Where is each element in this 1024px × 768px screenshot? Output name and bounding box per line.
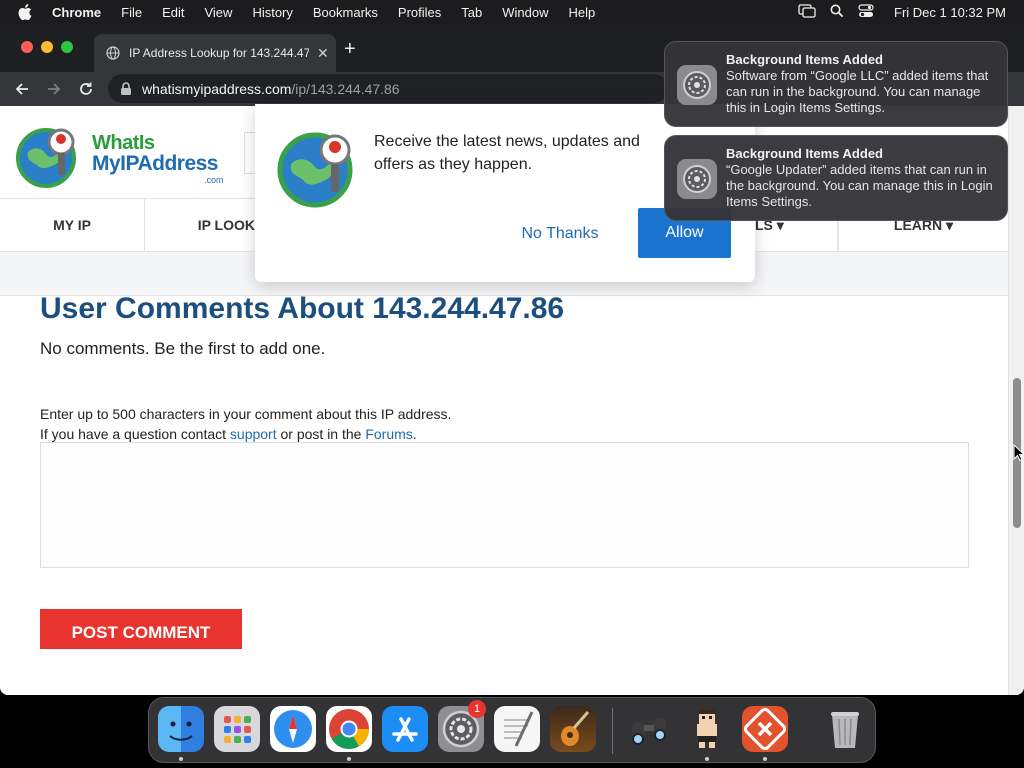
nav-item-ip-lookup[interactable]: IP LOOK [145, 199, 255, 251]
address-bar[interactable]: whatismyipaddress.com /ip/143.244.47.86 [108, 74, 668, 103]
menu-window[interactable]: Window [502, 5, 548, 20]
tab-close-icon[interactable]: ✕ [317, 45, 329, 62]
browser-tab-active[interactable]: IP Address Lookup for 143.244.47.86 ✕ [94, 34, 336, 72]
screen-mirroring-icon[interactable] [798, 3, 816, 21]
page-scrollbar[interactable] [1008, 106, 1024, 695]
no-comments-text: No comments. Be the first to add one. [40, 339, 326, 358]
macos-dock: 1 [148, 697, 876, 763]
post-comment-button[interactable]: POST COMMENT [40, 609, 242, 649]
menu-profiles[interactable]: Profiles [398, 5, 441, 20]
finder-icon[interactable] [158, 706, 204, 752]
logo-text-tld: .com [204, 175, 224, 185]
menu-help[interactable]: Help [569, 5, 596, 20]
minimize-window-button[interactable] [41, 41, 53, 53]
textedit-icon[interactable] [494, 706, 540, 752]
menu-bookmarks[interactable]: Bookmarks [313, 5, 378, 20]
system-settings-gear-icon [677, 159, 717, 199]
launchpad-icon[interactable] [214, 706, 260, 752]
settings-notification-badge: 1 [468, 700, 486, 718]
character-app-icon[interactable] [684, 706, 730, 752]
running-indicator [705, 757, 709, 761]
menu-view[interactable]: View [204, 5, 232, 20]
spotlight-search-icon[interactable] [830, 4, 844, 21]
running-indicator [347, 757, 351, 761]
zoom-window-button[interactable] [61, 41, 73, 53]
tab-title: IP Address Lookup for 143.244.47.86 [129, 46, 309, 60]
apple-menu-icon[interactable] [18, 4, 40, 20]
chrome-icon[interactable] [326, 706, 372, 752]
comments-section: User Comments About 143.244.47.86 No com… [40, 292, 970, 442]
globe-favicon-icon [106, 46, 120, 60]
menu-history[interactable]: History [252, 5, 292, 20]
comment-contact-text: If you have a question contact support o… [40, 426, 417, 442]
close-window-button[interactable] [21, 41, 33, 53]
notification-body: “Google Updater” added items that can ru… [726, 162, 993, 209]
comment-help-text: Enter up to 500 characters in your comme… [40, 406, 452, 422]
lock-icon[interactable] [120, 81, 132, 96]
menu-file[interactable]: File [121, 5, 142, 20]
notification-background-items-2[interactable]: Background Items Added “Google Updater” … [664, 135, 1008, 221]
url-path: /ip/143.244.47.86 [291, 80, 400, 97]
control-center-icon[interactable] [858, 3, 874, 21]
logo-globe-icon [16, 128, 76, 188]
reload-icon[interactable] [74, 77, 98, 101]
running-indicator [763, 757, 767, 761]
contact-text-c: . [412, 426, 417, 442]
notification-title: Background Items Added [726, 52, 883, 67]
safari-icon[interactable] [270, 706, 316, 752]
new-tab-button[interactable]: + [344, 38, 356, 61]
running-indicator [179, 757, 183, 761]
comments-heading: User Comments About 143.244.47.86 [40, 292, 565, 325]
logo-text-myipaddress: MyIPAddress [92, 152, 219, 175]
notification-body: Software from “Google LLC” added items t… [726, 68, 989, 115]
site-logo[interactable]: WhatIs MyIPAddress .com [16, 122, 231, 194]
menu-clock[interactable]: Fri Dec 1 10:32 PM [894, 5, 1006, 20]
remote-desktop-icon[interactable] [742, 706, 788, 752]
no-thanks-button[interactable]: No Thanks [501, 214, 619, 254]
back-arrow-icon[interactable] [10, 77, 34, 101]
app-store-icon[interactable] [382, 706, 428, 752]
preview-binoculars-icon[interactable] [626, 706, 672, 752]
dialog-message: Receive the latest news, updates and off… [374, 133, 640, 173]
macos-menu-bar: Chrome File Edit View History Bookmarks … [0, 0, 1024, 24]
dock-separator [612, 708, 613, 754]
support-link[interactable]: support [230, 426, 277, 442]
forums-link[interactable]: Forums [365, 426, 412, 442]
trash-icon[interactable] [822, 706, 868, 752]
contact-text-b: or post in the [276, 426, 366, 442]
dialog-globe-icon [277, 132, 353, 208]
contact-text-a: If you have a question contact [40, 426, 230, 442]
menu-edit[interactable]: Edit [162, 5, 184, 20]
mouse-cursor-icon [1013, 444, 1023, 462]
nav-item-my-ip[interactable]: MY IP [0, 199, 145, 251]
url-host: whatismyipaddress.com [142, 80, 292, 97]
system-settings-gear-icon [677, 65, 717, 105]
notification-title: Background Items Added [726, 146, 883, 161]
menu-app-name[interactable]: Chrome [52, 5, 101, 20]
forward-arrow-icon[interactable] [42, 77, 66, 101]
notification-background-items-1[interactable]: Background Items Added Software from “Go… [664, 41, 1008, 127]
menu-tab[interactable]: Tab [461, 5, 482, 20]
comment-textarea[interactable] [40, 442, 969, 568]
garageband-icon[interactable] [550, 706, 596, 752]
